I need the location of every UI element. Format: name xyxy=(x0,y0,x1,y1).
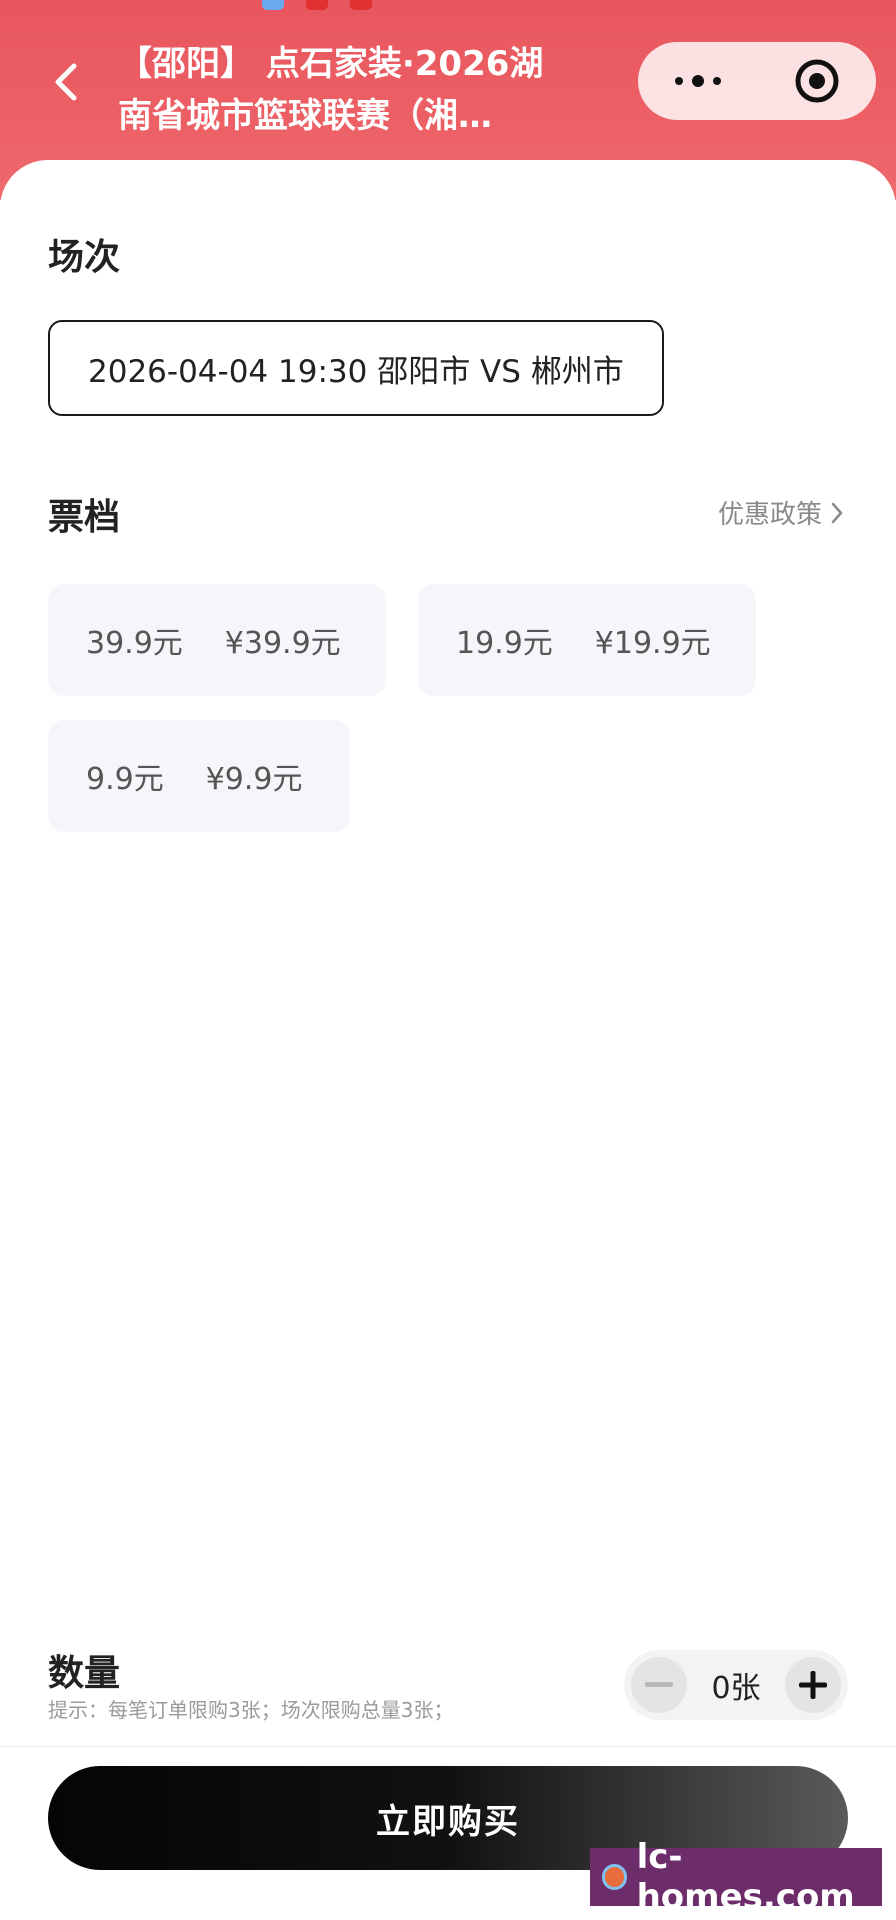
page-title-line-2: 南省城市篮球联赛（湘… xyxy=(118,96,492,136)
decrement-button[interactable] xyxy=(631,1657,687,1713)
page-title-line-1: 【邵阳】 点石家装·2026湖 xyxy=(118,44,544,84)
more-dots-icon xyxy=(674,75,721,87)
ticket-name: 19.9元 xyxy=(456,626,553,661)
status-bar xyxy=(0,0,896,10)
session-option-selected[interactable]: 2026-04-04 19:30 邵阳市 VS 郴州市 xyxy=(48,320,664,416)
ticket-section-title: 票档 xyxy=(48,497,121,538)
ticket-price: ¥19.9元 xyxy=(594,626,711,661)
back-button[interactable] xyxy=(44,60,88,104)
watermark-logo-icon xyxy=(602,1864,627,1890)
ticket-price: ¥9.9元 xyxy=(205,762,303,797)
chevron-left-icon xyxy=(55,63,77,101)
quantity-value: 0张 xyxy=(711,1671,761,1706)
close-capsule-button[interactable] xyxy=(757,42,876,120)
status-app-icon xyxy=(306,0,328,10)
discount-policy-label: 优惠政策 xyxy=(717,500,822,530)
watermark: lc-homes.com xyxy=(590,1837,882,1917)
chevron-right-icon xyxy=(831,502,843,523)
watermark-text: lc-homes.com xyxy=(636,1837,855,1917)
target-circle-icon xyxy=(795,59,838,103)
minus-icon xyxy=(645,1682,673,1687)
ticket-name: 39.9元 xyxy=(86,626,183,661)
footer-divider xyxy=(0,1746,896,1747)
ticket-price: ¥39.9元 xyxy=(224,626,341,661)
quantity-stepper: 0张 xyxy=(624,1650,848,1720)
ticket-option[interactable]: 39.9元 ¥39.9元 xyxy=(48,584,386,696)
quantity-section-title: 数量 xyxy=(48,1653,121,1694)
status-app-icon xyxy=(350,0,372,10)
discount-policy-link[interactable]: 优惠政策 xyxy=(718,494,844,531)
status-app-icon xyxy=(262,0,284,10)
session-section-title: 场次 xyxy=(48,237,121,278)
ticket-option[interactable]: 19.9元 ¥19.9元 xyxy=(418,584,756,696)
plus-icon xyxy=(799,1671,827,1699)
mini-program-capsule xyxy=(638,42,876,120)
ticket-option[interactable]: 9.9元 ¥9.9元 xyxy=(48,720,350,832)
ticket-name: 9.9元 xyxy=(86,762,164,797)
quantity-hint: 提示：每笔订单限购3张；场次限购总量3张； xyxy=(48,1698,454,1722)
more-button[interactable] xyxy=(638,42,757,120)
increment-button[interactable] xyxy=(785,1657,841,1713)
page-title: 【邵阳】 点石家装·2026湖 南省城市篮球联赛（湘… xyxy=(118,38,588,142)
